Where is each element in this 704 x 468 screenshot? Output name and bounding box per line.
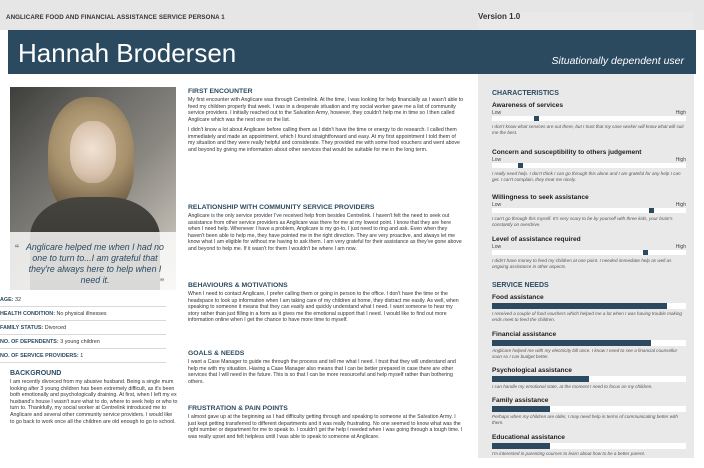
- need-name: Food assistance: [492, 294, 544, 301]
- section-paragraph: I didn't know a lot about Anglicare befo…: [188, 127, 460, 153]
- need-name: Psychological assistance: [492, 367, 572, 374]
- quote-close-icon: ”: [160, 276, 164, 290]
- need-bar: [492, 443, 686, 449]
- need-note: Perhaps when my children are older, I ma…: [492, 414, 678, 425]
- service-label: ANGLICARE FOOD AND FINANCIAL ASSISTANCE …: [6, 14, 225, 21]
- characteristic-judgement: Concern and susceptibility to others jud…: [492, 149, 686, 183]
- fact-dependents: NO. OF DEPENDENTS: 3 young children: [0, 339, 166, 349]
- need-name: Financial assistance: [492, 331, 557, 338]
- characteristic-note: I didn't have money to feed my children …: [492, 258, 672, 269]
- need-bar-fill: [492, 376, 589, 382]
- characteristic-marker: [518, 163, 524, 168]
- section-behaviours: BEHAVIOURS & MOTIVATIONS When I need to …: [188, 282, 464, 328]
- section-relationship: RELATIONSHIP WITH COMMUNITY SERVICE PROV…: [188, 204, 464, 256]
- need-bar: [492, 340, 686, 346]
- section-paragraph: When I need to contact Anglicare, I pref…: [188, 291, 459, 323]
- need-note: I can handle my emotional state, at the …: [492, 384, 653, 389]
- characteristic-assistance-level: Level of assistance required Low High I d…: [492, 236, 686, 270]
- persona-name: Hannah Brodersen: [18, 38, 237, 68]
- section-paragraph: My first encounter with Anglicare was th…: [188, 97, 464, 123]
- characteristic-name: Level of assistance required: [492, 236, 581, 243]
- need-food: Food assistance I received a couple of f…: [492, 294, 686, 323]
- need-bar: [492, 376, 686, 382]
- section-title: RELATIONSHIP WITH COMMUNITY SERVICE PROV…: [188, 204, 375, 211]
- characteristics-title: CHARACTERISTICS: [492, 90, 559, 97]
- characteristic-track: [492, 208, 686, 213]
- persona-banner: Hannah Brodersen Situationally dependent…: [8, 30, 696, 74]
- need-bar-fill: [492, 303, 667, 309]
- characteristic-marker: [648, 208, 654, 213]
- characteristic-name: Willingness to seek assistance: [492, 194, 589, 201]
- need-name: Family assistance: [492, 397, 549, 404]
- fact-value: Divorced: [44, 325, 67, 331]
- section-frustration: FRUSTRATION & PAIN POINTS I almost gave …: [188, 405, 464, 444]
- characteristic-name: Awareness of services: [492, 102, 563, 109]
- characteristic-track: [492, 116, 686, 121]
- characteristic-note: I can't go through this myself. It's ver…: [492, 216, 673, 227]
- need-name: Educational assistance: [492, 434, 565, 441]
- fact-health: HEALTH CONDITION: No physical illnesses: [0, 311, 166, 321]
- fact-providers: NO. OF SERVICE PROVIDERS: 1: [0, 353, 166, 363]
- fact-age: AGE: 32: [0, 297, 166, 307]
- need-note: I'm interested in parenting courses to l…: [492, 451, 646, 456]
- background-title: BACKGROUND: [10, 370, 62, 377]
- characteristic-note: I really need help. I don't think I can …: [492, 171, 681, 182]
- fact-label: HEALTH CONDITION:: [0, 311, 55, 317]
- characteristic-track: [492, 163, 686, 168]
- fact-value: 1: [80, 353, 84, 359]
- characteristic-marker: [533, 116, 539, 121]
- section-title: FIRST ENCOUNTER: [188, 88, 253, 95]
- characteristic-marker: [643, 250, 649, 255]
- section-title: GOALS & NEEDS: [188, 350, 245, 357]
- characteristic-willingness: Willingness to seek assistance Low High I…: [492, 194, 686, 228]
- photo-face: [70, 121, 116, 183]
- section-paragraph: I want a Case Manager to guide me throug…: [188, 359, 456, 385]
- fact-label: NO. OF SERVICE PROVIDERS:: [0, 353, 79, 359]
- quote-open-icon: “: [15, 242, 19, 256]
- need-educational: Educational assistance I'm interested in…: [492, 434, 686, 457]
- fact-value: No physical illnesses: [56, 311, 107, 317]
- service-needs-title: SERVICE NEEDS: [492, 282, 549, 289]
- persona-quote-box: “ Anglicare helped me when I had no one …: [10, 232, 176, 290]
- need-note: Anglicare helped me with my electricity …: [492, 348, 678, 359]
- section-paragraph: Anglicare is the only service provider I…: [188, 213, 462, 252]
- need-note: I received a couple of food vouchers whi…: [492, 311, 682, 322]
- right-panel: CHARACTERISTICS Awareness of services Lo…: [478, 86, 694, 458]
- need-bar-fill: [492, 443, 551, 449]
- need-bar-fill: [492, 340, 652, 346]
- section-goals: GOALS & NEEDS I want a Case Manager to g…: [188, 350, 464, 389]
- need-bar: [492, 406, 686, 412]
- characteristic-name: Concern and susceptibility to others jud…: [492, 149, 642, 156]
- fact-label: FAMILY STATUS:: [0, 325, 44, 331]
- characteristic-note: I don't know what services are out there…: [492, 124, 684, 135]
- need-bar-fill: [492, 406, 551, 412]
- fact-value: 32: [14, 297, 21, 303]
- fact-label: NO. OF DEPENDENTS:: [0, 339, 59, 345]
- fact-value: 3 young children: [60, 339, 100, 345]
- top-bar: ANGLICARE FOOD AND FINANCIAL ASSISTANCE …: [0, 0, 704, 384]
- section-title: BEHAVIOURS & MOTIVATIONS: [188, 282, 288, 289]
- characteristic-track: [492, 250, 686, 255]
- section-title: FRUSTRATION & PAIN POINTS: [188, 405, 288, 412]
- need-bar: [492, 303, 686, 309]
- fact-family: FAMILY STATUS: Divorced: [0, 325, 166, 335]
- section-paragraph: I almost gave up at the beginning as I h…: [188, 414, 463, 440]
- background-text: I am recently divorced from my abusive h…: [10, 379, 178, 425]
- need-psychological: Psychological assistance I can handle my…: [492, 367, 686, 390]
- persona-type: Situationally dependent user: [551, 55, 684, 67]
- need-financial: Financial assistance Anglicare helped me…: [492, 331, 686, 360]
- persona-quote: Anglicare helped me when I had no one to…: [26, 242, 164, 285]
- fact-label: AGE:: [0, 297, 14, 303]
- characteristic-awareness: Awareness of services Low High I don't kn…: [492, 102, 686, 136]
- section-first-encounter: FIRST ENCOUNTER My first encounter with …: [188, 88, 464, 157]
- need-family: Family assistance Perhaps when my childr…: [492, 397, 686, 426]
